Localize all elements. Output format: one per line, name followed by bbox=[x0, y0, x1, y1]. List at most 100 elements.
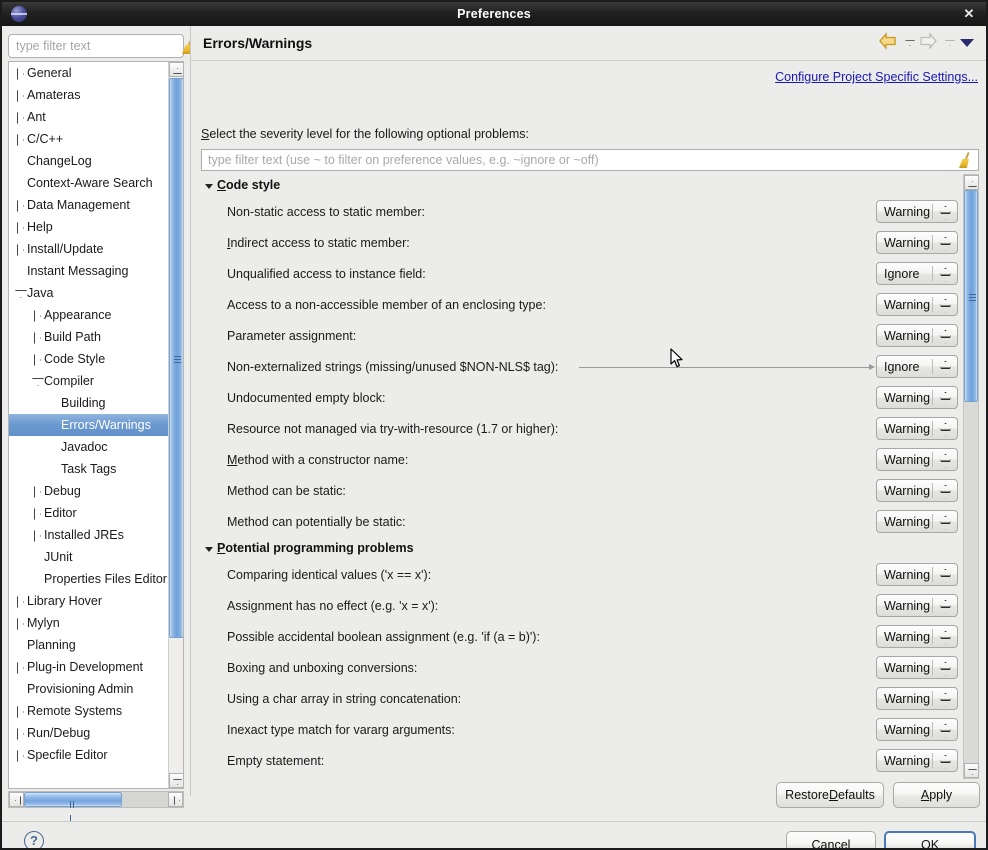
combo-spinner-icon[interactable] bbox=[938, 420, 952, 438]
severity-select[interactable]: Warning bbox=[876, 687, 958, 710]
sidebar-item-installed-jres[interactable]: Installed JREs bbox=[9, 524, 169, 546]
cancel-button[interactable]: Cancel bbox=[786, 831, 876, 848]
combo-spinner-icon[interactable] bbox=[938, 659, 952, 677]
twisty-expanded-icon[interactable] bbox=[13, 282, 27, 304]
twisty-collapsed-icon[interactable] bbox=[30, 304, 44, 326]
twisty-collapsed-icon[interactable] bbox=[30, 524, 44, 546]
sidebar-item-changelog[interactable]: ChangeLog bbox=[9, 150, 169, 172]
preference-filter-box[interactable] bbox=[201, 149, 979, 171]
severity-select[interactable]: Warning bbox=[876, 563, 958, 586]
sidebar-item-remote-systems[interactable]: Remote Systems bbox=[9, 700, 169, 722]
severity-select[interactable]: Warning bbox=[876, 448, 958, 471]
twisty-collapsed-icon[interactable] bbox=[13, 84, 27, 106]
sidebar-item-plug-in-development[interactable]: Plug-in Development bbox=[9, 656, 169, 678]
sidebar-item-appearance[interactable]: Appearance bbox=[9, 304, 169, 326]
scroll-right-icon[interactable] bbox=[168, 792, 183, 807]
combo-spinner-icon[interactable] bbox=[938, 597, 952, 615]
severity-select[interactable]: Warning bbox=[876, 656, 958, 679]
sidebar-item-ant[interactable]: Ant bbox=[9, 106, 169, 128]
back-arrow-icon[interactable] bbox=[878, 32, 900, 52]
sidebar-item-mylyn[interactable]: Mylyn bbox=[9, 612, 169, 634]
twisty-collapsed-icon[interactable] bbox=[13, 656, 27, 678]
sidebar-item-install-update[interactable]: Install/Update bbox=[9, 238, 169, 260]
severity-select[interactable]: Warning bbox=[876, 749, 958, 772]
severity-select[interactable]: Ignore bbox=[876, 262, 958, 285]
scroll-down-icon[interactable] bbox=[964, 763, 979, 778]
combo-spinner-icon[interactable] bbox=[938, 752, 952, 770]
severity-select[interactable]: Ignore bbox=[876, 355, 958, 378]
search-input[interactable] bbox=[9, 38, 179, 54]
sidebar-item-code-style[interactable]: Code Style bbox=[9, 348, 169, 370]
combo-spinner-icon[interactable] bbox=[938, 203, 952, 221]
scroll-up-icon[interactable] bbox=[169, 62, 183, 77]
severity-select[interactable]: Warning bbox=[876, 324, 958, 347]
combo-spinner-icon[interactable] bbox=[938, 566, 952, 584]
view-menu-icon[interactable] bbox=[958, 33, 976, 51]
twisty-collapsed-icon[interactable] bbox=[13, 722, 27, 744]
sidebar-item-building[interactable]: Building bbox=[9, 392, 169, 414]
tree-filter-box[interactable] bbox=[8, 34, 184, 58]
tree-horizontal-scrollbar[interactable] bbox=[8, 791, 184, 822]
sidebar-item-data-management[interactable]: Data Management bbox=[9, 194, 169, 216]
twisty-collapsed-icon[interactable] bbox=[13, 106, 27, 128]
severity-select[interactable]: Warning bbox=[876, 386, 958, 409]
severity-select[interactable]: Warning bbox=[876, 293, 958, 316]
twisty-collapsed-icon[interactable] bbox=[13, 216, 27, 238]
twisty-expanded-icon[interactable] bbox=[30, 370, 44, 392]
sidebar-item-javadoc[interactable]: Javadoc bbox=[9, 436, 169, 458]
restore-defaults-button[interactable]: Restore Defaults bbox=[776, 782, 884, 808]
broom-icon[interactable] bbox=[956, 151, 974, 169]
tree-scroll-thumb[interactable] bbox=[169, 78, 183, 638]
section-expand-icon[interactable] bbox=[203, 178, 217, 192]
sidebar-item-instant-messaging[interactable]: Instant Messaging bbox=[9, 260, 169, 282]
twisty-collapsed-icon[interactable] bbox=[13, 700, 27, 722]
sidebar-item-debug[interactable]: Debug bbox=[9, 480, 169, 502]
back-history-chevron-down-icon[interactable] bbox=[903, 33, 915, 51]
scroll-up-icon[interactable] bbox=[964, 175, 979, 190]
severity-select[interactable]: Warning bbox=[876, 417, 958, 440]
sidebar-item-properties-files-editor[interactable]: Properties Files Editor bbox=[9, 568, 169, 590]
options-scroll-thumb[interactable] bbox=[964, 190, 978, 402]
sidebar-item-c-c[interactable]: C/C++ bbox=[9, 128, 169, 150]
sidebar-item-help[interactable]: Help bbox=[9, 216, 169, 238]
severity-select[interactable]: Warning bbox=[876, 594, 958, 617]
combo-spinner-icon[interactable] bbox=[938, 482, 952, 500]
sidebar-item-errors-warnings[interactable]: Errors/Warnings bbox=[9, 414, 169, 436]
sidebar-item-context-aware-search[interactable]: Context-Aware Search bbox=[9, 172, 169, 194]
severity-select[interactable]: Warning bbox=[876, 718, 958, 741]
severity-select[interactable]: Warning bbox=[876, 200, 958, 223]
twisty-collapsed-icon[interactable] bbox=[30, 502, 44, 524]
combo-spinner-icon[interactable] bbox=[938, 265, 952, 283]
combo-spinner-icon[interactable] bbox=[938, 628, 952, 646]
severity-select[interactable]: Warning bbox=[876, 479, 958, 502]
combo-spinner-icon[interactable] bbox=[938, 358, 952, 376]
combo-spinner-icon[interactable] bbox=[938, 389, 952, 407]
section-header-potential-programming-problems[interactable]: Potential programming problems bbox=[201, 537, 963, 559]
sidebar-item-editor[interactable]: Editor bbox=[9, 502, 169, 524]
preference-filter-input[interactable] bbox=[202, 152, 956, 168]
severity-select[interactable]: Warning bbox=[876, 510, 958, 533]
hscroll-track[interactable] bbox=[122, 792, 168, 807]
severity-select[interactable]: Warning bbox=[876, 231, 958, 254]
severity-select[interactable]: Warning bbox=[876, 625, 958, 648]
twisty-collapsed-icon[interactable] bbox=[13, 744, 27, 766]
twisty-collapsed-icon[interactable] bbox=[30, 348, 44, 370]
sidebar-item-run-debug[interactable]: Run/Debug bbox=[9, 722, 169, 744]
tree-hscroll-thumb[interactable] bbox=[24, 792, 122, 822]
combo-spinner-icon[interactable] bbox=[938, 451, 952, 469]
combo-spinner-icon[interactable] bbox=[938, 234, 952, 252]
scroll-left-icon[interactable] bbox=[9, 792, 24, 807]
ok-button[interactable]: OK bbox=[884, 831, 976, 848]
twisty-collapsed-icon[interactable] bbox=[13, 128, 27, 150]
twisty-collapsed-icon[interactable] bbox=[13, 62, 27, 84]
sidebar-item-compiler[interactable]: Compiler bbox=[9, 370, 169, 392]
twisty-collapsed-icon[interactable] bbox=[13, 238, 27, 260]
apply-button[interactable]: Apply bbox=[893, 782, 980, 808]
twisty-collapsed-icon[interactable] bbox=[13, 612, 27, 634]
combo-spinner-icon[interactable] bbox=[938, 296, 952, 314]
twisty-collapsed-icon[interactable] bbox=[13, 194, 27, 216]
combo-spinner-icon[interactable] bbox=[938, 513, 952, 531]
options-scroll-track[interactable] bbox=[964, 190, 978, 763]
configure-project-specific-settings-link[interactable]: Configure Project Specific Settings... bbox=[775, 70, 978, 84]
close-icon[interactable]: ✕ bbox=[960, 5, 978, 23]
